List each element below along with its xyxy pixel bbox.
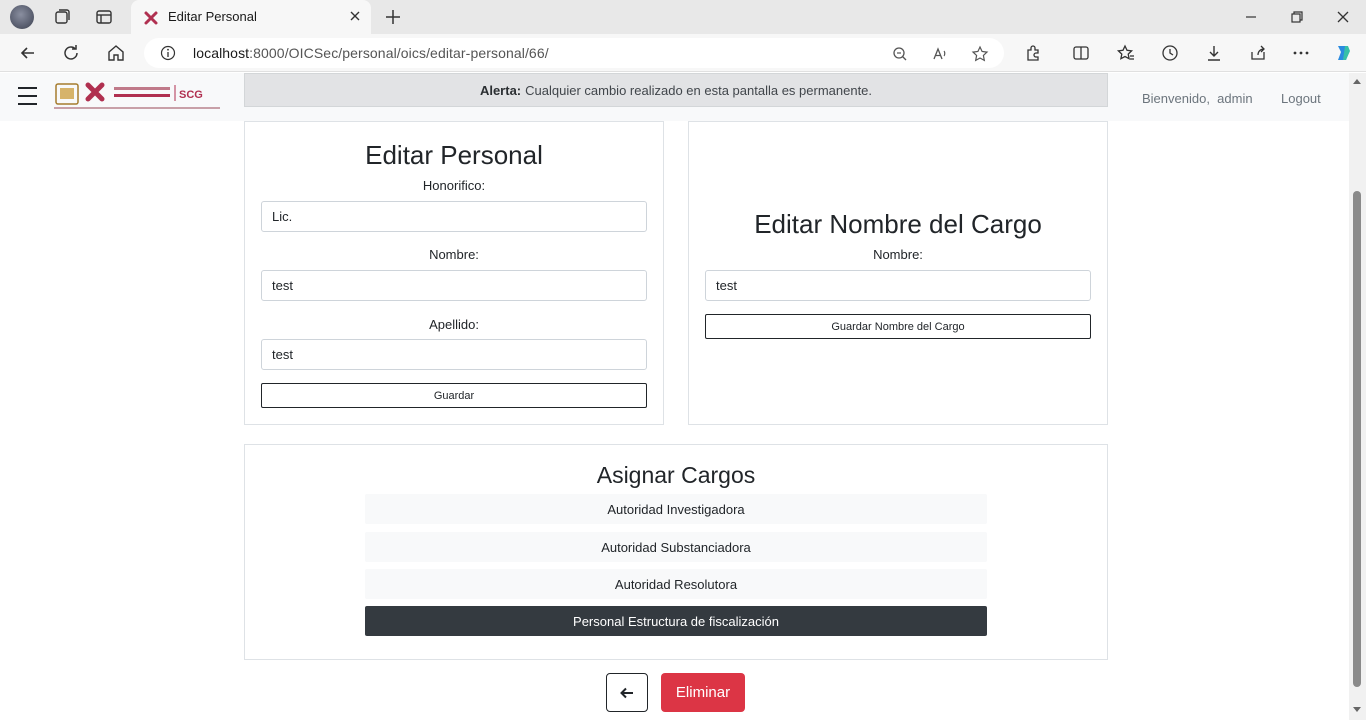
cargo-nombre-input[interactable]: test [705, 270, 1091, 301]
arrow-left-icon [620, 687, 633, 698]
minimize-icon[interactable] [1242, 8, 1260, 26]
close-tab-icon[interactable] [347, 8, 363, 24]
edit-personal-title: Editar Personal [365, 140, 543, 170]
restore-icon[interactable] [1288, 8, 1306, 26]
new-tab-icon[interactable] [382, 6, 404, 28]
history-icon[interactable] [1160, 43, 1180, 63]
nombre-input[interactable]: test [261, 270, 647, 301]
more-options-icon[interactable] [1291, 43, 1311, 63]
page-scrollbar[interactable] [1349, 73, 1366, 720]
honorifico-input[interactable]: Lic. [261, 201, 647, 232]
scroll-down-icon[interactable] [1353, 707, 1361, 712]
alert-text: Cualquier cambio realizado en esta panta… [525, 82, 873, 98]
back-button[interactable] [606, 673, 648, 712]
back-icon[interactable] [18, 43, 38, 63]
copilot-icon[interactable] [1333, 43, 1353, 63]
asignar-cargos-title: Asignar Cargos [596, 462, 756, 488]
guardar-cargo-button[interactable]: Guardar Nombre del Cargo [705, 314, 1091, 339]
apellido-label: Apellido: [429, 317, 479, 332]
favorites-icon[interactable] [1116, 43, 1136, 63]
refresh-icon[interactable] [61, 43, 81, 63]
cargo-item-resolutora[interactable]: Autoridad Resolutora [365, 569, 987, 599]
asignar-cargos-card: Asignar Cargos Autoridad Investigadora A… [244, 444, 1108, 660]
workspaces-icon[interactable] [52, 7, 72, 27]
scroll-up-icon[interactable] [1353, 79, 1361, 84]
url-field[interactable]: localhost:8000/OICSec/personal/oics/edit… [144, 38, 1004, 68]
favorite-star-icon[interactable] [971, 45, 989, 63]
extensions-icon[interactable] [1023, 43, 1043, 63]
downloads-icon[interactable] [1204, 43, 1224, 63]
tab-actions-icon[interactable] [94, 7, 114, 27]
web-page: SCG Alerta: Cualquier cambio realizado e… [0, 73, 1349, 720]
alert-banner: Alerta: Cualquier cambio realizado en es… [244, 73, 1108, 107]
scrollbar-thumb[interactable] [1353, 191, 1361, 687]
browser-address-bar: localhost:8000/OICSec/personal/oics/edit… [0, 34, 1366, 72]
split-screen-icon[interactable] [1071, 43, 1091, 63]
cargo-nombre-label: Nombre: [873, 247, 923, 262]
logout-link[interactable]: Logout [1281, 91, 1321, 106]
browser-tab-bar: Editar Personal [0, 0, 1366, 34]
eliminar-button[interactable]: Eliminar [661, 673, 745, 712]
honorifico-label: Honorifico: [422, 178, 486, 193]
tab-title: Editar Personal [168, 9, 257, 24]
site-info-icon[interactable] [160, 45, 176, 61]
cdmx-scg-logo: SCG [54, 82, 220, 109]
edit-cargo-card: Editar Nombre del Cargo Nombre: test Gua… [688, 121, 1108, 425]
cargo-item-investigadora[interactable]: Autoridad Investigadora [365, 494, 987, 524]
guardar-button[interactable]: Guardar [261, 383, 647, 408]
apellido-input[interactable]: test [261, 339, 647, 370]
logo-scg-text: SCG [179, 89, 203, 101]
top-navbar: SCG Alerta: Cualquier cambio realizado e… [0, 73, 1349, 121]
nombre-label: Nombre: [429, 247, 479, 262]
site-favicon-icon [144, 11, 158, 25]
close-window-icon[interactable] [1334, 8, 1352, 26]
welcome-text: Bienvenido, admin [1142, 91, 1253, 106]
share-icon[interactable] [1248, 43, 1268, 63]
cargo-item-substanciadora[interactable]: Autoridad Substanciadora [365, 532, 987, 562]
edit-cargo-title: Editar Nombre del Cargo [754, 209, 1042, 239]
zoom-icon[interactable] [891, 45, 909, 63]
url-text: localhost:8000/OICSec/personal/oics/edit… [193, 45, 549, 61]
edit-personal-card: Editar Personal Honorifico: Lic. Nombre:… [244, 121, 664, 425]
alert-label: Alerta: [479, 82, 522, 98]
tab-editar-personal[interactable]: Editar Personal [131, 0, 371, 34]
read-aloud-icon[interactable] [931, 45, 949, 63]
cargo-item-fiscalizacion[interactable]: Personal Estructura de fiscalización [365, 606, 987, 636]
menu-hamburger-icon[interactable] [18, 87, 38, 107]
profile-avatar[interactable] [10, 5, 34, 29]
home-icon[interactable] [106, 43, 126, 63]
